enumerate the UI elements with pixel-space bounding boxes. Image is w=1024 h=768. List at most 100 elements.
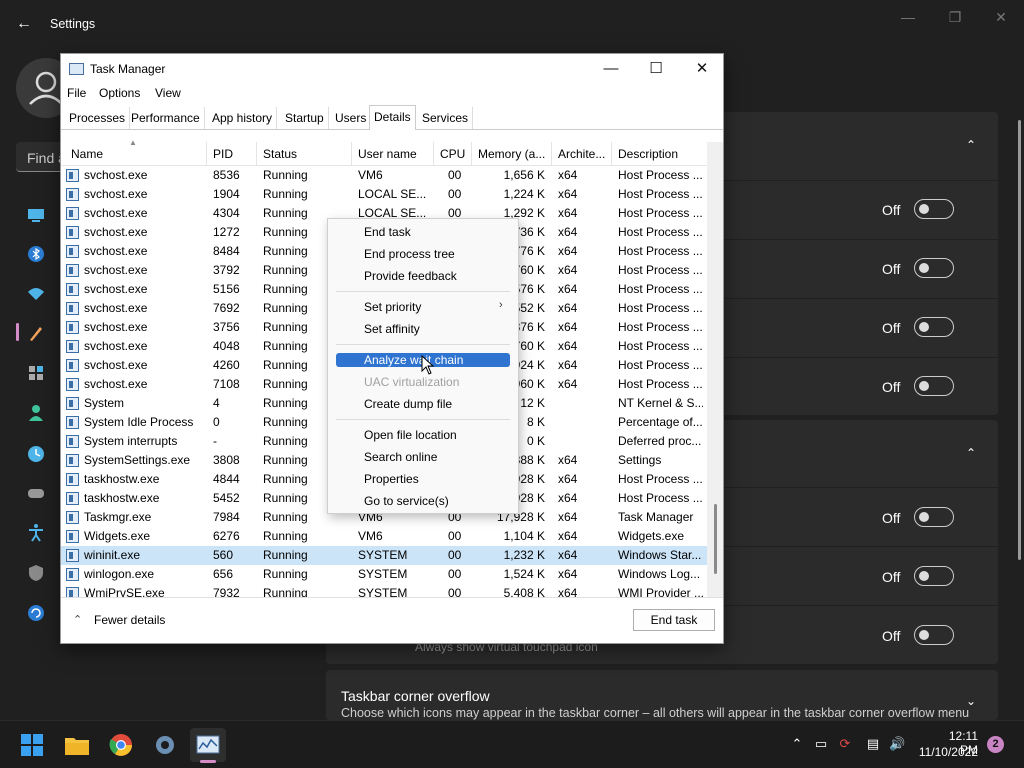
table-row[interactable]: winlogon.exe 656 Running SYSTEM 00 1,524 K x64… <box>61 565 707 584</box>
cell-arch: x64 <box>558 510 578 524</box>
accessibility-icon[interactable] <box>26 523 46 543</box>
fewer-details-link[interactable]: Fewer details <box>94 613 165 627</box>
table-scrollbar-thumb[interactable] <box>714 504 717 574</box>
toggle-switch[interactable] <box>914 199 954 219</box>
collapse-chevron-icon[interactable]: ⌃ <box>966 446 976 460</box>
process-icon <box>66 359 79 372</box>
system-icon[interactable] <box>26 205 46 225</box>
table-row[interactable]: WmiPrvSE.exe 7932 Running SYSTEM 00 5,408 K x6… <box>61 584 707 597</box>
cell-arch: x64 <box>558 548 578 562</box>
menu-item-search-online[interactable]: Search online <box>364 450 437 464</box>
cell-mem: 1,104 K <box>503 529 545 543</box>
cell-name: svchost.exe <box>84 282 148 296</box>
chevron-up-icon[interactable]: ⌃ <box>789 736 805 752</box>
cell-arch: x64 <box>558 225 578 239</box>
network-icon[interactable] <box>26 284 46 304</box>
apps-icon[interactable] <box>26 363 46 383</box>
cell-desc: Task Manager <box>618 510 694 524</box>
time-language-icon[interactable] <box>26 444 46 464</box>
cell-name: svchost.exe <box>84 168 148 182</box>
process-icon <box>66 321 79 334</box>
toggle-state-label: Off <box>882 202 901 218</box>
privacy-security-icon[interactable] <box>26 563 46 583</box>
cell-user: VM6 <box>358 529 383 543</box>
menu-item-go-to-services[interactable]: Go to service(s) <box>364 494 449 508</box>
toggle-state-label: Off <box>882 320 901 336</box>
start-icon[interactable] <box>14 728 50 762</box>
menu-item-end-process-tree[interactable]: End process tree <box>364 247 455 261</box>
collapse-chevron-icon[interactable]: ⌃ <box>966 138 976 152</box>
process-icon <box>66 473 79 486</box>
menu-item-end-task[interactable]: End task <box>364 225 411 239</box>
toggle-switch[interactable] <box>914 376 954 396</box>
cell-pid: 7108 <box>213 377 240 391</box>
toggle-switch[interactable] <box>914 566 954 586</box>
clock-date[interactable]: 11/10/2022 <box>918 745 978 759</box>
cell-name: taskhostw.exe <box>84 491 160 505</box>
cell-arch: x64 <box>558 263 578 277</box>
chrome-icon[interactable] <box>103 728 139 762</box>
volume-icon[interactable]: 🔊 <box>889 736 905 752</box>
cell-pid: 8484 <box>213 244 240 258</box>
cell-name: Taskmgr.exe <box>84 510 152 524</box>
submenu-arrow-icon: › <box>499 299 503 311</box>
cell-desc: Windows Log... <box>618 567 701 581</box>
cell-pid: 4304 <box>213 206 240 220</box>
cell-user: VM6 <box>358 168 383 182</box>
menu-item-set-priority[interactable]: Set priority <box>364 300 421 314</box>
menu-item-properties[interactable]: Properties <box>364 472 419 486</box>
table-row[interactable]: svchost.exe 1904 Running LOCAL SE... 00 1,224… <box>61 185 707 204</box>
toggle-state-label: Off <box>882 510 901 526</box>
expand-chevron-icon[interactable]: ⌄ <box>966 694 976 708</box>
task-manager-icon[interactable] <box>190 728 226 762</box>
cell-name: System interrupts <box>84 434 178 448</box>
table-row[interactable]: wininit.exe 560 Running SYSTEM 00 1,232 K x64 W… <box>61 546 707 565</box>
table-row[interactable]: Widgets.exe 6276 Running VM6 00 1,104 K x64 Wid… <box>61 527 707 546</box>
maximize-icon[interactable]: ❐ <box>940 6 970 28</box>
personalization-icon[interactable] <box>26 323 46 343</box>
accounts-icon[interactable] <box>26 403 46 423</box>
process-icon <box>66 378 79 391</box>
network-tray-icon[interactable]: ▤ <box>865 736 881 752</box>
cell-mem: 5,408 K <box>503 586 545 597</box>
menu-item-analyze-wait-chain[interactable]: Analyze wait chain <box>364 353 463 367</box>
settings-icon[interactable] <box>147 728 183 762</box>
cell-mem: 1,524 K <box>503 567 545 581</box>
cell-desc: WMI Provider ... <box>618 586 703 597</box>
bluetooth-icon[interactable] <box>26 244 46 264</box>
menu-item-provide-feedback[interactable]: Provide feedback <box>364 269 457 283</box>
cell-pid: 7932 <box>213 586 240 597</box>
end-task-button[interactable]: End task <box>633 609 715 631</box>
process-icon <box>66 207 79 220</box>
toggle-switch[interactable] <box>914 317 954 337</box>
cell-arch: x64 <box>558 472 578 486</box>
cell-status: Running <box>263 187 308 201</box>
cell-desc: Widgets.exe <box>618 529 685 543</box>
menu-item-open-file-location[interactable]: Open file location <box>364 428 457 442</box>
notification-badge[interactable]: 2 <box>987 736 1004 753</box>
back-arrow-icon[interactable]: ← <box>14 14 34 34</box>
toggle-switch[interactable] <box>914 507 954 527</box>
menu-item-create-dump-file[interactable]: Create dump file <box>364 397 452 411</box>
table-row[interactable]: svchost.exe 8536 Running VM6 00 1,656 K x64 Hos… <box>61 166 707 185</box>
menu-item-set-affinity[interactable]: Set affinity <box>364 322 420 336</box>
toggle-switch[interactable] <box>914 625 954 645</box>
cell-desc: Host Process ... <box>618 168 703 182</box>
cell-desc: Host Process ... <box>618 358 703 372</box>
tablet-icon[interactable]: ▭ <box>813 736 829 752</box>
file-explorer-icon[interactable] <box>59 728 95 762</box>
settings-scrollbar[interactable] <box>1018 120 1021 560</box>
process-icon <box>66 245 79 258</box>
cell-status: Running <box>263 168 308 182</box>
process-icon <box>66 530 79 543</box>
toggle-switch[interactable] <box>914 258 954 278</box>
chevron-up-icon[interactable]: ⌃ <box>73 613 82 626</box>
sync-icon[interactable]: ⟳ <box>837 736 853 752</box>
cell-name: winlogon.exe <box>84 567 155 581</box>
minimize-icon[interactable]: — <box>893 6 923 28</box>
close-icon[interactable]: ✕ <box>986 6 1016 28</box>
gaming-icon[interactable] <box>26 483 46 503</box>
process-icon <box>66 435 79 448</box>
process-icon <box>66 397 79 410</box>
windows-update-icon[interactable] <box>26 603 46 623</box>
